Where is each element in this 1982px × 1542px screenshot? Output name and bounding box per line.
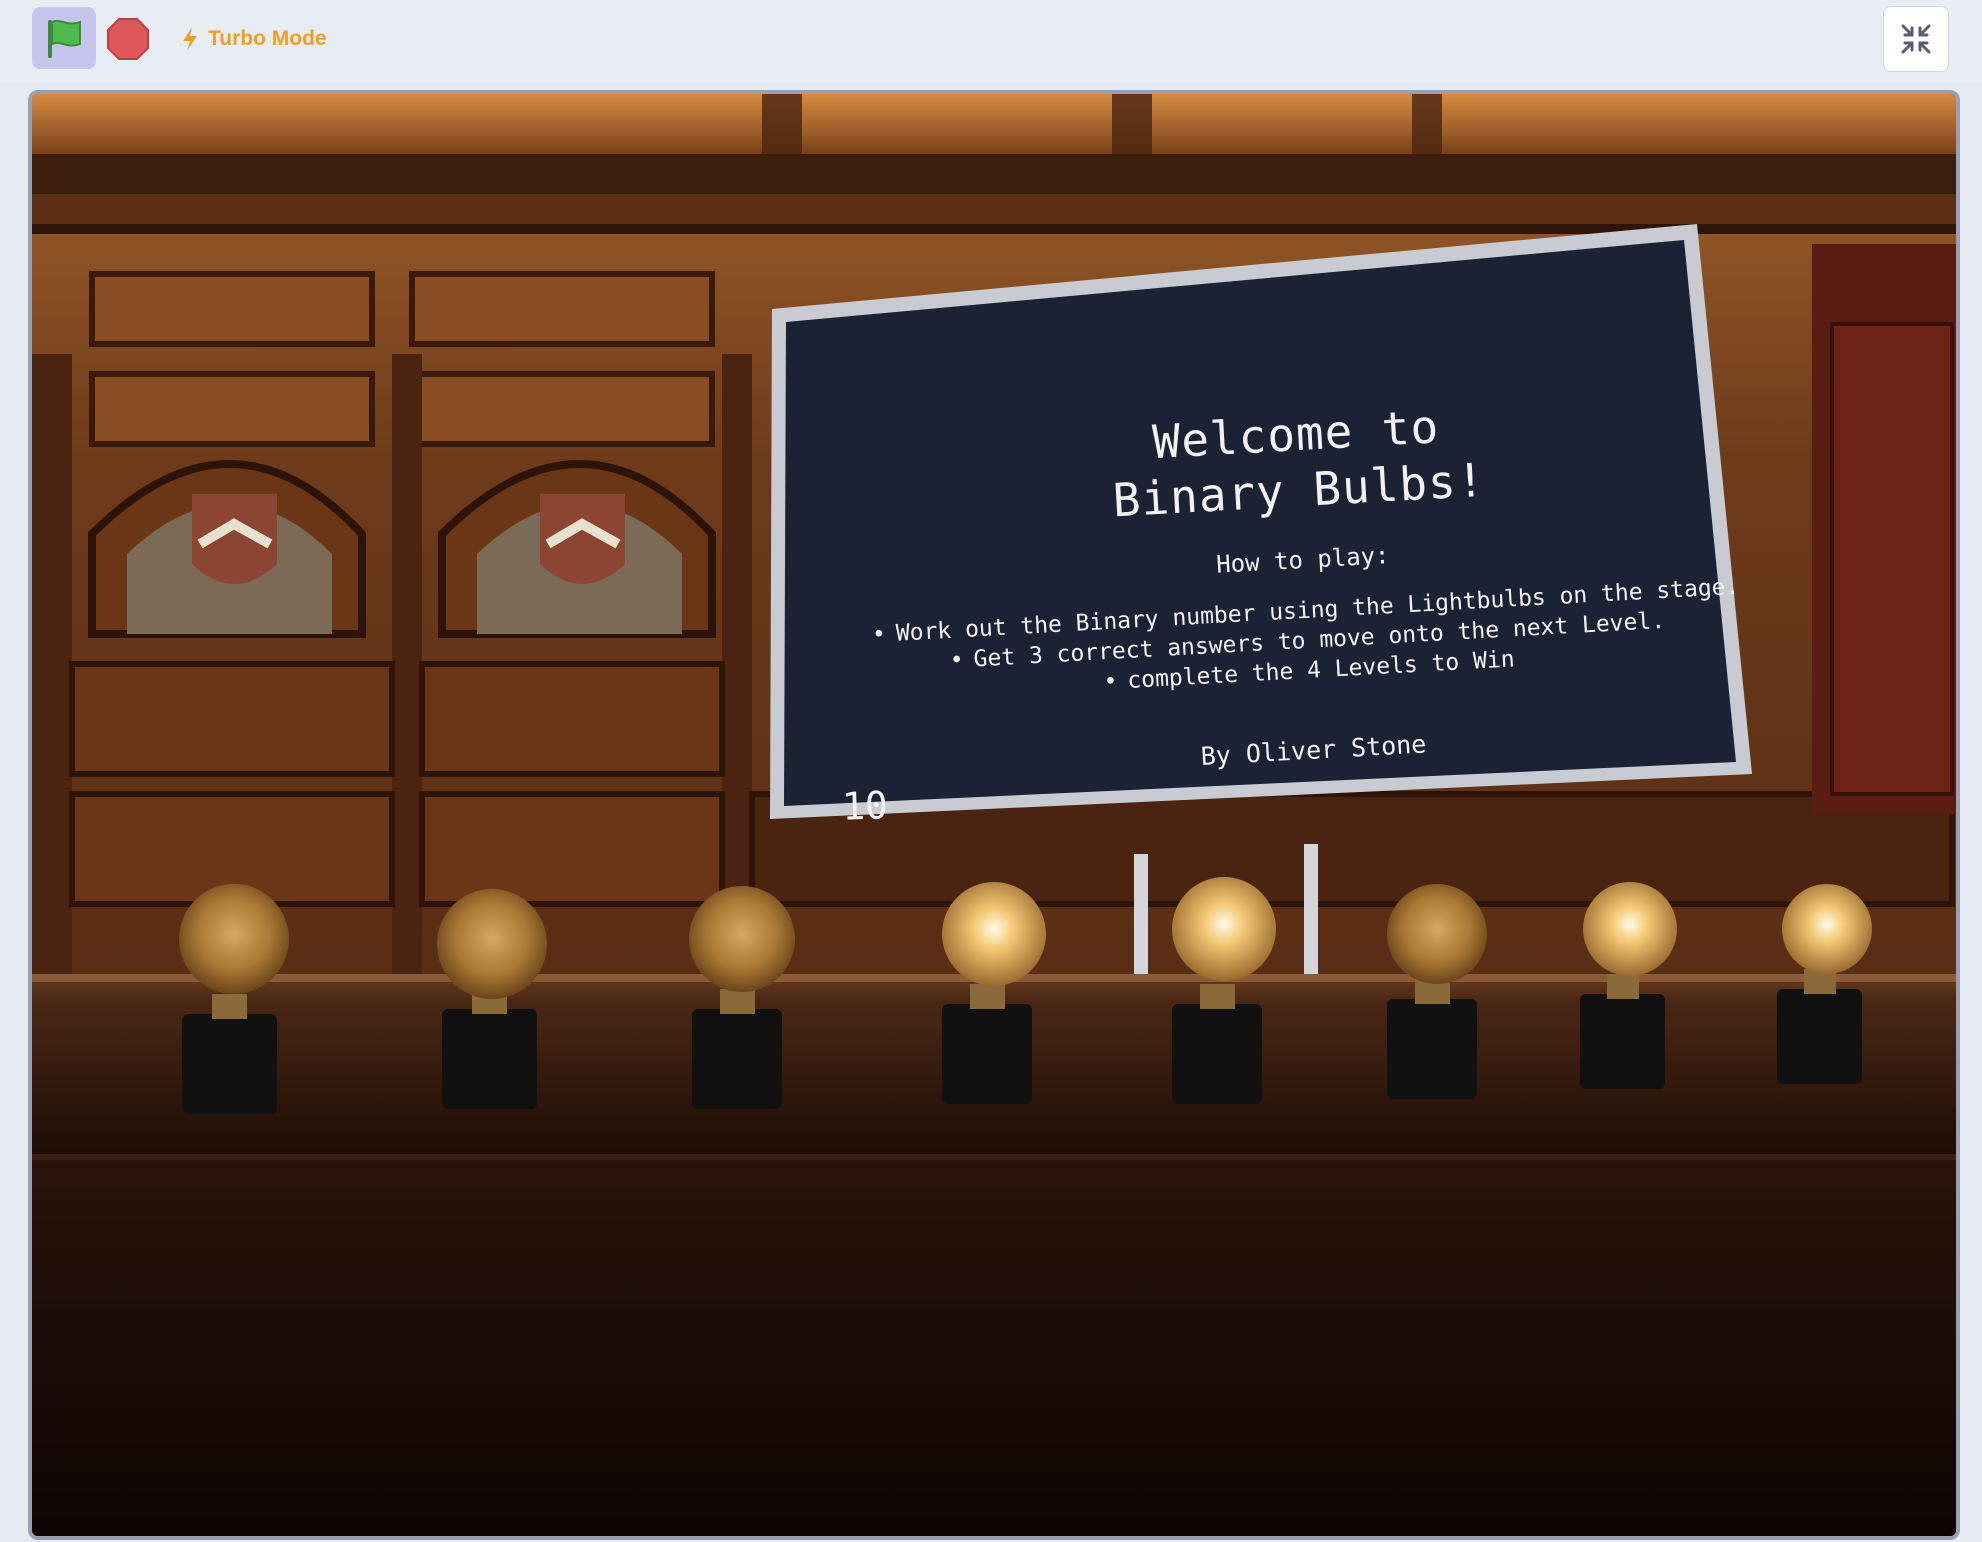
stop-sign-icon — [107, 18, 149, 60]
stage-toolbar: Turbo Mode — [0, 0, 1982, 82]
welcome-sign: Welcome to Binary Bulbs! How to play: • W… — [800, 297, 1803, 792]
lightning-icon — [183, 27, 197, 51]
green-flag-button[interactable] — [32, 7, 96, 69]
sign-title: Welcome to Binary Bulbs! — [805, 379, 1790, 546]
countdown-counter: 10 — [841, 783, 889, 829]
green-flag-icon — [48, 20, 81, 58]
turbo-mode-indicator: Turbo Mode — [180, 24, 327, 54]
exit-fullscreen-icon — [1901, 24, 1931, 54]
turbo-mode-label: Turbo Mode — [208, 27, 327, 50]
stage[interactable]: Welcome to Binary Bulbs! How to play: • W… — [28, 90, 1960, 1540]
stop-button[interactable] — [106, 17, 150, 61]
exit-fullscreen-button[interactable] — [1883, 6, 1949, 72]
